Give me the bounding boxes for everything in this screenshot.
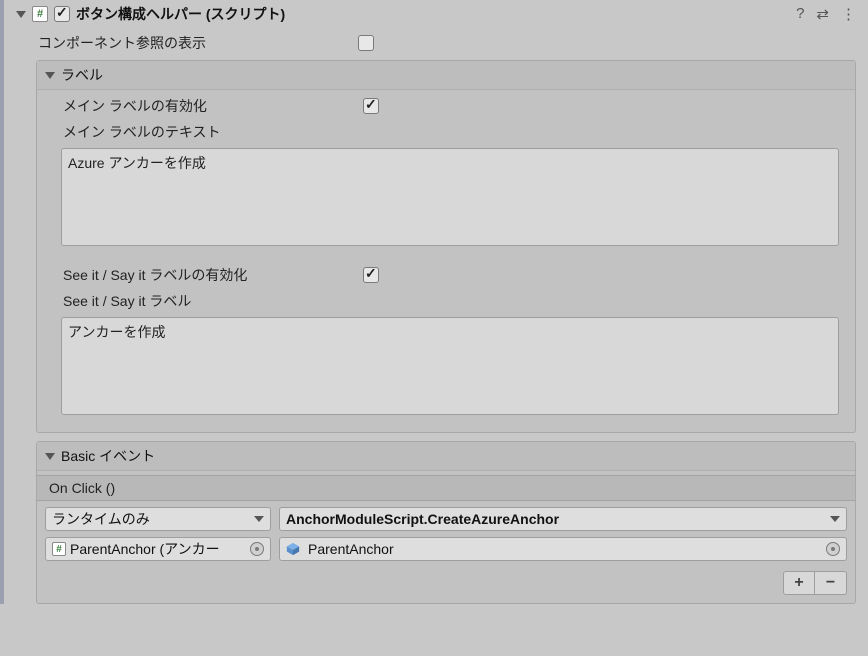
foldout-icon [45,453,55,460]
component-title: ボタン構成ヘルパー (スクリプト) [76,4,790,24]
main-label-enable-row: メイン ラベルの有効化 [43,94,849,120]
seeit-text-label: See it / Say it ラベル [63,291,363,311]
onclick-header: On Click () [37,475,855,501]
runtime-mode-dropdown[interactable]: ランタイムのみ [45,507,271,531]
event-row-1: ランタイムのみ AnchorModuleScript.CreateAzureAn… [37,501,855,537]
component-header-icons: ? ⇄ ⋮ [796,5,862,23]
add-remove-controls: + − [37,567,855,603]
event-row-2: # ParentAnchor (アンカー ParentAnchor [37,537,855,567]
object-picker-icon[interactable] [826,542,840,556]
main-label-text-label-row: メイン ラベルのテキスト [43,120,849,146]
script-icon: # [52,542,66,556]
add-event-button[interactable]: + [783,571,815,595]
show-component-refs-label: コンポーネント参照の表示 [38,33,358,53]
main-label-text-input[interactable] [61,148,839,246]
target-object-label: # ParentAnchor (アンカー [52,539,244,559]
seeit-text-input[interactable] [61,317,839,415]
object-picker-icon[interactable] [250,542,264,556]
method-label: AnchorModuleScript.CreateAzureAnchor [286,511,824,527]
foldout-icon [45,72,55,79]
component-panel: # ボタン構成ヘルパー (スクリプト) ? ⇄ ⋮ コンポーネント参照の表示 ラ… [0,0,868,604]
seeit-enable-checkbox[interactable] [363,267,379,283]
seeit-text-label-row: See it / Say it ラベル [43,289,849,315]
preset-icon[interactable]: ⇄ [816,5,829,23]
seeit-enable-label: See it / Say it ラベルの有効化 [63,265,363,285]
runtime-mode-label: ランタイムのみ [52,509,248,529]
section-labels: ラベル メイン ラベルの有効化 メイン ラベルのテキスト See it / Sa… [36,60,856,433]
target-object-field[interactable]: # ParentAnchor (アンカー [45,537,271,561]
section-labels-body: メイン ラベルの有効化 メイン ラベルのテキスト See it / Say it… [37,90,855,432]
method-dropdown[interactable]: AnchorModuleScript.CreateAzureAnchor [279,507,847,531]
section-events-title: Basic イベント [61,446,155,466]
script-icon: # [32,6,48,22]
section-events-header[interactable]: Basic イベント [37,442,855,471]
chevron-down-icon [830,516,840,522]
help-icon[interactable]: ? [796,5,804,23]
main-label-enable-checkbox[interactable] [363,98,379,114]
argument-object-label: ParentAnchor [286,541,820,557]
component-header: # ボタン構成ヘルパー (スクリプト) ? ⇄ ⋮ [4,0,868,30]
remove-event-button[interactable]: − [815,571,847,595]
section-events: Basic イベント On Click () ランタイムのみ AnchorMod… [36,441,856,604]
section-labels-title: ラベル [61,65,103,85]
cube-icon [286,542,300,556]
component-enabled-toggle[interactable] [54,6,70,22]
foldout-icon[interactable] [16,11,26,18]
chevron-down-icon [254,516,264,522]
main-label-text-label: メイン ラベルのテキスト [63,122,363,142]
show-component-refs-checkbox[interactable] [358,35,374,51]
menu-icon[interactable]: ⋮ [841,5,856,23]
argument-object-field[interactable]: ParentAnchor [279,537,847,561]
seeit-enable-row: See it / Say it ラベルの有効化 [43,263,849,289]
main-label-enable-label: メイン ラベルの有効化 [63,96,363,116]
show-component-refs-row: コンポーネント参照の表示 [4,30,868,56]
section-labels-header[interactable]: ラベル [37,61,855,90]
